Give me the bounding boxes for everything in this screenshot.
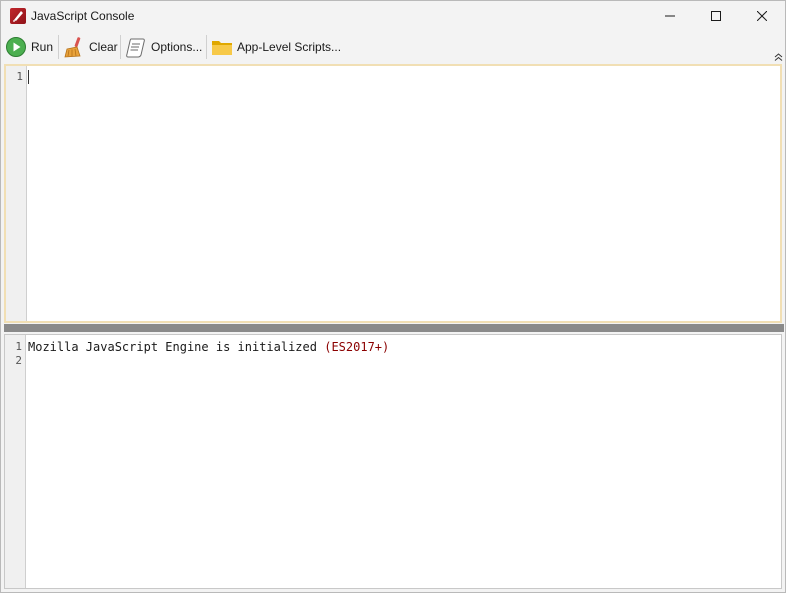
line-number: 2 <box>15 354 22 367</box>
output-line: Mozilla JavaScript Engine is initialized… <box>28 340 389 354</box>
toolbar-separator <box>206 35 207 59</box>
line-number-gutter: 1 2 <box>5 335 26 588</box>
maximize-icon <box>711 11 721 21</box>
javascript-console-window: JavaScript Console Run Clear Options... … <box>0 0 786 593</box>
scroll-icon <box>125 36 147 58</box>
minimize-button[interactable] <box>647 1 693 31</box>
clear-label: Clear <box>89 40 118 54</box>
output-text: Mozilla JavaScript Engine is initialized <box>28 340 325 354</box>
minimize-icon <box>665 15 675 17</box>
window-title: JavaScript Console <box>31 9 135 23</box>
line-number: 1 <box>16 70 23 83</box>
toolbar-collapse-icon[interactable] <box>774 51 783 61</box>
maximize-button[interactable] <box>693 1 739 31</box>
app-icon <box>10 8 26 24</box>
clear-button[interactable]: Clear <box>63 34 118 60</box>
play-icon <box>5 36 27 58</box>
console-output-pane[interactable]: 1 2 Mozilla JavaScript Engine is initial… <box>4 334 782 589</box>
folder-icon <box>211 36 233 58</box>
options-button[interactable]: Options... <box>125 34 202 60</box>
options-label: Options... <box>151 40 203 54</box>
script-input-editor[interactable]: 1 <box>4 64 782 323</box>
toolbar-separator <box>58 35 59 59</box>
app-level-scripts-button[interactable]: App-Level Scripts... <box>211 34 341 60</box>
close-button[interactable] <box>739 1 785 31</box>
line-number: 1 <box>15 340 22 353</box>
pane-splitter[interactable] <box>4 324 784 332</box>
toolbar: Run Clear Options... App-Level Scripts..… <box>1 32 785 62</box>
title-bar[interactable]: JavaScript Console <box>1 1 785 31</box>
run-label: Run <box>31 40 54 54</box>
toolbar-separator <box>120 35 121 59</box>
broom-icon <box>63 36 85 58</box>
app-level-scripts-label: App-Level Scripts... <box>237 40 342 54</box>
engine-version: (ES2017+) <box>324 340 390 354</box>
close-icon <box>757 11 767 21</box>
line-number-gutter: 1 <box>6 66 27 321</box>
run-button[interactable]: Run <box>5 34 53 60</box>
text-caret <box>28 70 29 84</box>
